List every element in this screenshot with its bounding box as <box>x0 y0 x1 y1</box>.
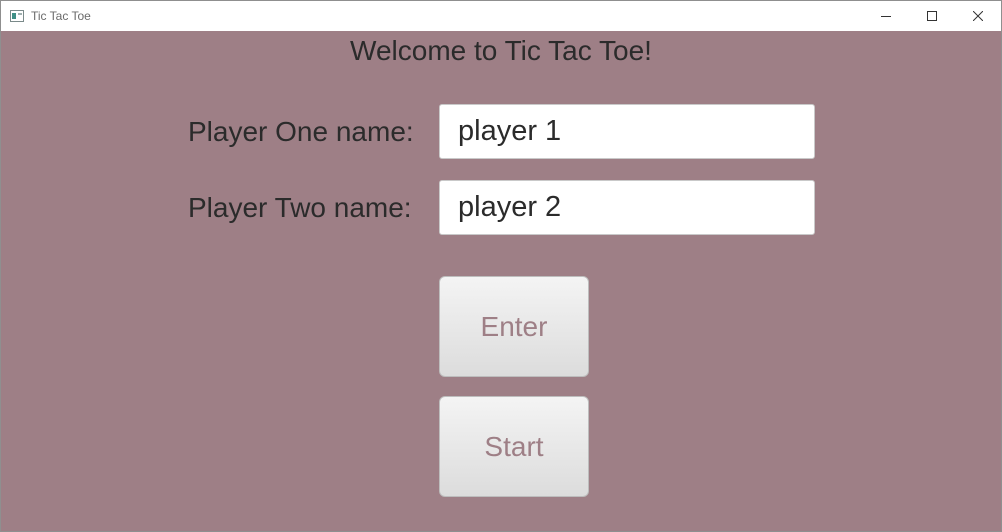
window-title: Tic Tac Toe <box>31 9 91 23</box>
maximize-icon <box>927 11 937 21</box>
welcome-heading: Welcome to Tic Tac Toe! <box>350 35 652 66</box>
minimize-button[interactable] <box>863 1 909 31</box>
content-area: Welcome to Tic Tac Toe! Player One name:… <box>1 31 1001 531</box>
title-bar[interactable]: Tic Tac Toe <box>1 1 1001 31</box>
minimize-icon <box>881 16 891 17</box>
player-one-name-input[interactable] <box>439 104 815 159</box>
app-window: Tic Tac Toe Welcome to Tic Tac Toe! Play… <box>0 0 1002 532</box>
player-two-name-input[interactable] <box>439 180 815 235</box>
player-one-label: Player One name: <box>188 116 414 147</box>
start-button[interactable]: Start <box>439 396 589 497</box>
close-icon <box>973 11 983 21</box>
player-two-label: Player Two name: <box>188 192 412 223</box>
app-icon <box>10 10 24 22</box>
enter-button[interactable]: Enter <box>439 276 589 377</box>
close-button[interactable] <box>955 1 1001 31</box>
maximize-button[interactable] <box>909 1 955 31</box>
